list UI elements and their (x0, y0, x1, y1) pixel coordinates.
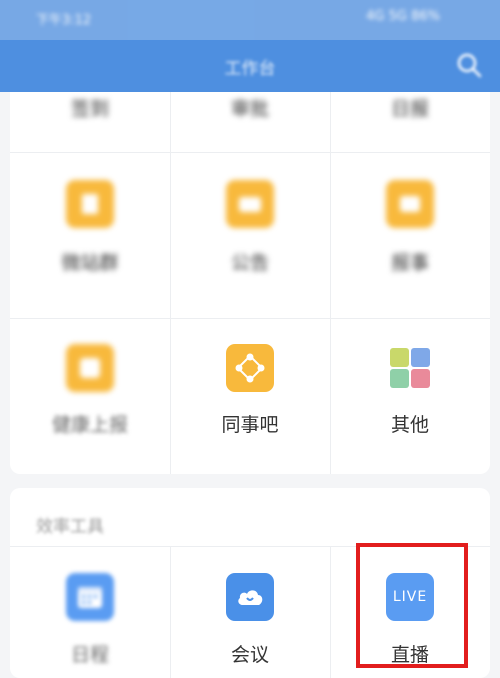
tool-item-schedule[interactable]: 日程 (10, 546, 170, 678)
grid-item-signin[interactable]: 签到 (10, 92, 170, 152)
page-title: 工作台 (224, 59, 276, 79)
grid-item-label: 公告 (230, 252, 269, 274)
highlight-box (356, 543, 468, 668)
grid-item-daily[interactable]: 日报 (330, 92, 490, 152)
nav-bar: 工作台 (0, 40, 500, 92)
bag-icon (386, 180, 434, 228)
health-icon (66, 344, 114, 392)
calendar-icon (66, 573, 114, 621)
grid-item-colleague[interactable]: 同事吧 (170, 318, 330, 474)
tool-item-label: 日程 (70, 644, 109, 666)
tool-item-meeting[interactable]: 会议 (170, 546, 330, 678)
grid-item-label: 同事吧 (221, 414, 279, 436)
grid-item-approval[interactable]: 审批 (170, 92, 330, 152)
grid-item-label: 审批 (230, 98, 269, 120)
status-bar: 下午3:12 4G 5G 86% (0, 0, 500, 40)
grid-item-label: 微站群 (61, 252, 119, 274)
grid-item-weizhan[interactable]: 微站群 (10, 152, 170, 318)
grid-item-report[interactable]: 报事 (330, 152, 490, 318)
grid-item-notice[interactable]: 公告 (170, 152, 330, 318)
grid-item-health-report[interactable]: 健康上报 (10, 318, 170, 474)
grid-item-label: 签到 (70, 98, 109, 120)
status-time: 下午3:12 (36, 13, 92, 28)
grid-item-label: 其他 (390, 414, 429, 436)
message-icon (226, 180, 274, 228)
grid-item-label: 报事 (390, 252, 429, 274)
grid-item-label: 健康上报 (51, 414, 128, 436)
section-title: 效率工具 (36, 517, 104, 537)
search-icon[interactable] (454, 50, 484, 80)
status-indicators: 4G 5G 86% (366, 9, 440, 24)
grid-item-label: 日报 (390, 98, 429, 120)
doc-icon (66, 180, 114, 228)
grid-icon (386, 344, 434, 392)
colleague-icon (226, 344, 274, 392)
tool-item-label: 会议 (230, 644, 269, 666)
meeting-icon (226, 573, 274, 621)
grid-item-other[interactable]: 其他 (330, 318, 490, 474)
app-grid: 签到 审批 日报 微站群 公告 报事 健康上报 同事吧 其他 (10, 92, 490, 474)
